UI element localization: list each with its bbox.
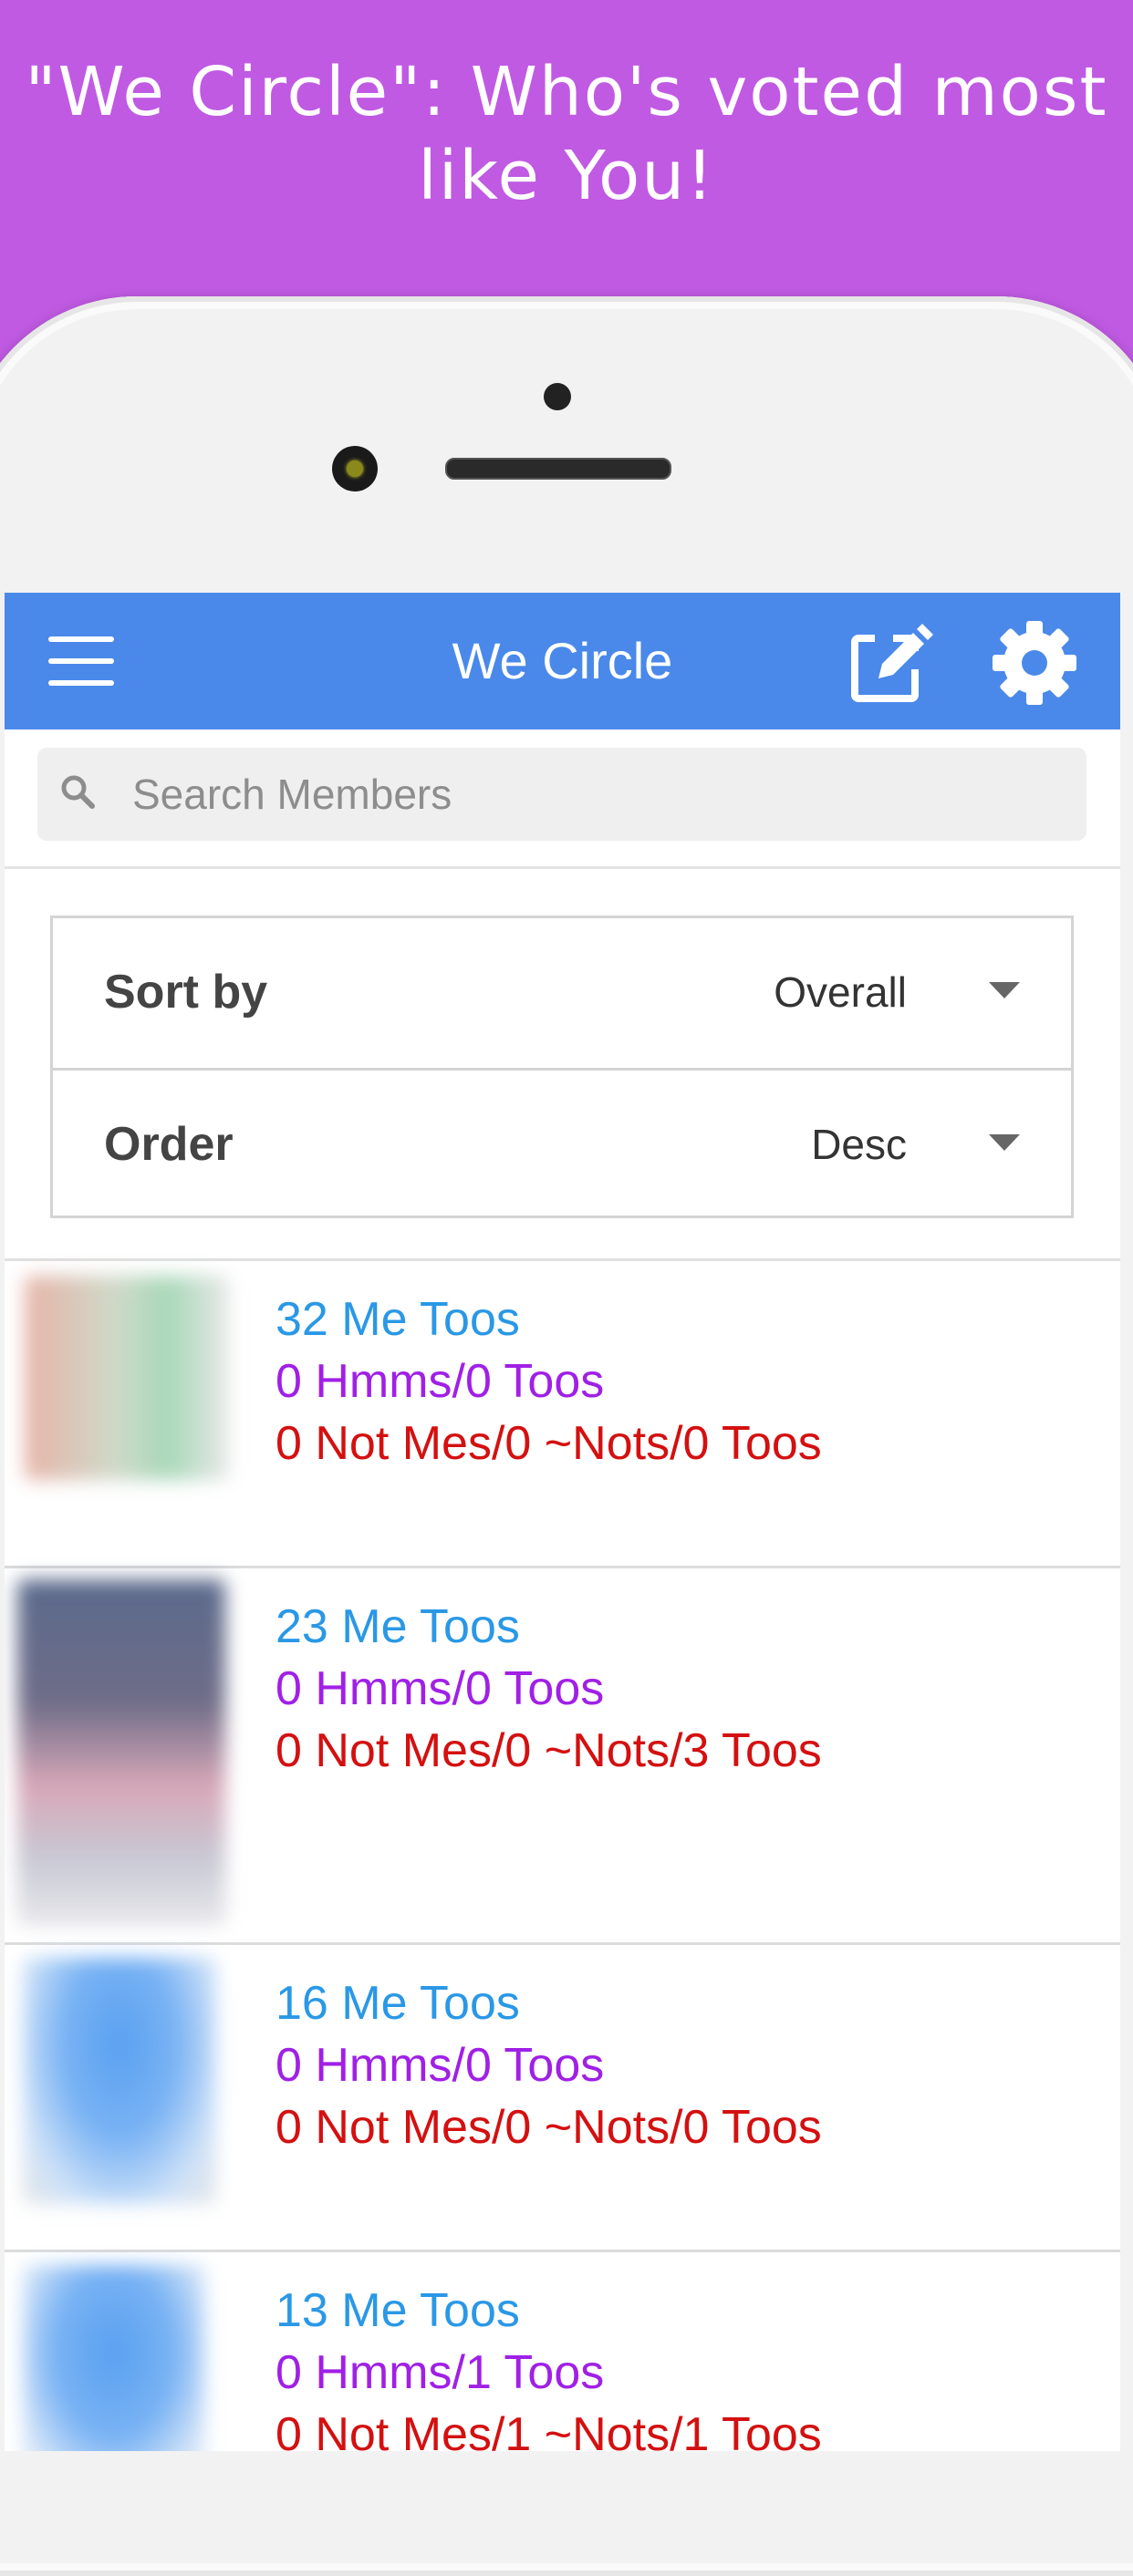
list-item[interactable]: 16 Me Toos 0 Hmms/0 Toos 0 Not Mes/0 ~No…: [5, 1945, 1120, 2252]
member-stats: 13 Me Toos 0 Hmms/1 Toos 0 Not Mes/1 ~No…: [275, 2280, 822, 2451]
search-icon: [61, 775, 95, 809]
search-box[interactable]: [37, 748, 1086, 841]
sort-by-label: Sort by: [104, 966, 268, 1019]
nots-count: 0 Not Mes/0 ~Nots/0 Toos: [275, 1417, 822, 1470]
order-value: Desc: [811, 1121, 907, 1168]
nots-count: 0 Not Mes/0 ~Nots/0 Toos: [275, 2101, 822, 2154]
order-selector[interactable]: Order Desc: [53, 1068, 1071, 1218]
me-toos-count: 23 Me Toos: [275, 1600, 520, 1653]
hmms-count: 0 Hmms/0 Toos: [275, 1662, 605, 1715]
app-screen: We Circle Search Members Sort by Overall…: [5, 593, 1120, 2451]
filter-card: Sort by Overall Order Desc: [50, 916, 1074, 1218]
search-input[interactable]: [132, 748, 1045, 841]
list-item[interactable]: 23 Me Toos 0 Hmms/0 Toos 0 Not Mes/0 ~No…: [5, 1568, 1120, 1945]
member-stats: 23 Me Toos 0 Hmms/0 Toos 0 Not Mes/0 ~No…: [275, 1596, 822, 1782]
edit-icon[interactable]: [847, 620, 933, 706]
avatar: [23, 1958, 216, 2204]
earpiece-speaker: [445, 458, 671, 480]
list-item[interactable]: 32 Me Toos 0 Hmms/0 Toos 0 Not Mes/0 ~No…: [5, 1261, 1120, 1568]
me-toos-count: 16 Me Toos: [275, 1977, 520, 2030]
banner-line-1: "We Circle": Who's voted most: [25, 53, 1108, 131]
chevron-down-icon: [989, 1134, 1020, 1151]
sort-by-value: Overall: [774, 968, 907, 1016]
chevron-down-icon: [989, 982, 1020, 998]
member-stats: 32 Me Toos 0 Hmms/0 Toos 0 Not Mes/0 ~No…: [275, 1288, 822, 1474]
gear-icon[interactable]: [992, 620, 1077, 706]
hmms-count: 0 Hmms/0 Toos: [275, 2039, 605, 2092]
banner-line-2: like You!: [418, 137, 715, 215]
nots-count: 0 Not Mes/1 ~Nots/1 Toos: [275, 2408, 822, 2451]
member-list: 32 Me Toos 0 Hmms/0 Toos 0 Not Mes/0 ~No…: [5, 1258, 1120, 2451]
front-camera: [332, 446, 378, 491]
order-label: Order: [104, 1118, 234, 1171]
list-item[interactable]: 13 Me Toos 0 Hmms/1 Toos 0 Not Mes/1 ~No…: [5, 2252, 1120, 2451]
me-toos-count: 32 Me Toos: [275, 1293, 520, 1346]
proximity-sensor: [544, 383, 571, 410]
app-bar: We Circle: [5, 593, 1120, 729]
member-stats: 16 Me Toos 0 Hmms/0 Toos 0 Not Mes/0 ~No…: [275, 1972, 822, 2158]
avatar: [17, 1579, 225, 1926]
avatar: [25, 1276, 229, 1480]
avatar: [23, 2265, 205, 2451]
promo-banner: "We Circle": Who's voted most like You!: [0, 50, 1133, 218]
app-title: We Circle: [452, 632, 673, 689]
hmms-count: 0 Hmms/0 Toos: [275, 1355, 605, 1408]
sort-by-selector[interactable]: Sort by Overall: [53, 918, 1071, 1066]
me-toos-count: 13 Me Toos: [275, 2284, 520, 2337]
nots-count: 0 Not Mes/0 ~Nots/3 Toos: [275, 1724, 822, 1777]
hmms-count: 0 Hmms/1 Toos: [275, 2346, 605, 2399]
